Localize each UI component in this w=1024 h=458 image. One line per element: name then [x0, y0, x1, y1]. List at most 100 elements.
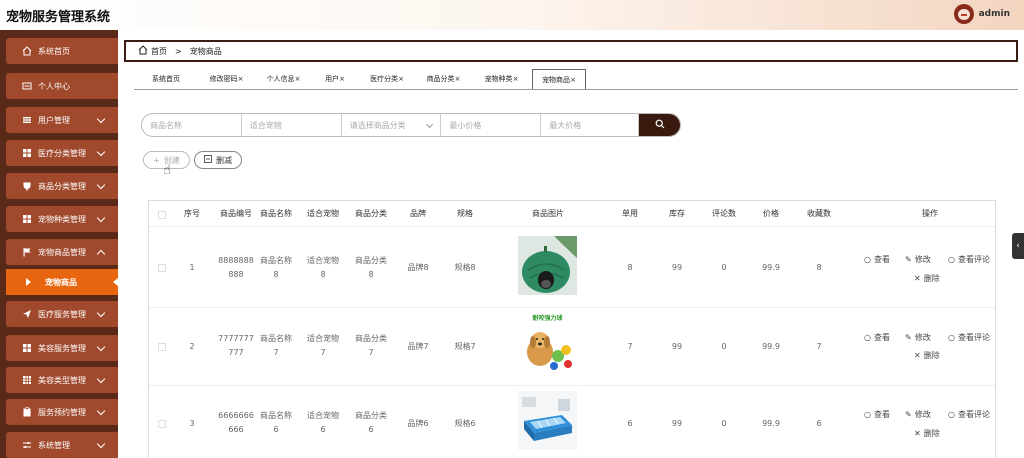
pet-house-image[interactable]	[518, 236, 577, 295]
search-icon: ○	[948, 255, 955, 264]
sidebar-item-goods-category[interactable]: 商品分类管理	[6, 173, 118, 199]
goods-category-select[interactable]: 请选择商品分类	[342, 114, 442, 136]
delete-row-button[interactable]: ✕ 删除	[914, 273, 940, 284]
flag-icon	[22, 247, 32, 257]
delete-button[interactable]: 删减	[194, 151, 242, 169]
column-header: 操作	[922, 209, 938, 218]
cell-stock: 99	[671, 342, 683, 351]
cell-category: 商品分类6	[355, 411, 387, 434]
row-divider	[149, 226, 995, 227]
clipboard-icon	[22, 407, 32, 417]
hand-cursor-icon: ☝	[163, 163, 171, 178]
pet-bath-image[interactable]	[518, 391, 577, 450]
min-price-input[interactable]	[449, 120, 541, 130]
dog-toy-image[interactable]: 耐咬强力球	[518, 314, 577, 373]
sidebar-item-beauty-type[interactable]: 美容类型管理	[6, 367, 118, 393]
sidebar-item-appointment[interactable]: 服务预约管理	[6, 399, 118, 425]
goods-name-input[interactable]	[150, 120, 241, 130]
search-icon: ○	[948, 410, 955, 419]
max-price-field[interactable]	[541, 114, 640, 136]
tab-medical-category[interactable]: 医疗分类 ×	[358, 69, 416, 89]
sidebar-item-users[interactable]: 用户管理	[6, 107, 118, 133]
search-icon: ○	[864, 410, 871, 419]
view-comments-button[interactable]: ○ 查看评论	[948, 409, 990, 420]
tab-profile[interactable]: 个人信息 ×	[255, 69, 312, 89]
max-price-input[interactable]	[549, 120, 639, 130]
search-icon: ○	[948, 333, 955, 342]
cell-unit: 8	[627, 263, 633, 272]
row-checkbox[interactable]	[158, 420, 166, 428]
category-select-placeholder: 请选择商品分类	[349, 120, 406, 130]
edit-button[interactable]: ✎ 修改	[905, 254, 931, 265]
sidebar-subitem-pet-goods[interactable]: 宠物商品	[6, 269, 118, 295]
breadcrumb-home[interactable]: 首页	[151, 46, 167, 57]
min-price-field[interactable]	[441, 114, 542, 136]
row-checkbox[interactable]	[158, 264, 166, 272]
tab-pet-goods[interactable]: 宠物商品 ×	[532, 69, 586, 89]
sidebar-item-home[interactable]: 系统首页	[6, 38, 118, 64]
close-icon: ✕	[914, 351, 921, 360]
sidebar-item-label: 个人中心	[38, 81, 70, 91]
row-divider	[149, 307, 995, 308]
sidebar-item-label: 美容服务管理	[38, 343, 86, 353]
collapse-panel-tab[interactable]: ‹	[1012, 233, 1024, 259]
view-button[interactable]: ○ 查看	[864, 254, 890, 265]
column-header: 品牌	[410, 209, 426, 218]
goods-name-field[interactable]	[142, 114, 242, 136]
close-icon[interactable]: ×	[238, 75, 244, 83]
column-header: 库存	[669, 209, 685, 218]
user-menu[interactable]: admin	[953, 4, 1010, 24]
sidebar-item-pet-type[interactable]: 宠物种类管理	[6, 206, 118, 232]
column-header: 序号	[184, 209, 200, 218]
cell-index: 1	[189, 263, 195, 272]
suitable-pet-field[interactable]	[242, 114, 342, 136]
chevron-down-icon	[96, 213, 106, 222]
row-checkbox[interactable]	[158, 343, 166, 351]
search-icon: ○	[864, 255, 871, 264]
view-comments-button[interactable]: ○ 查看评论	[948, 254, 990, 265]
suitable-pet-input[interactable]	[249, 120, 341, 130]
sidebar-item-pet-goods[interactable]: 宠物商品管理	[6, 239, 118, 265]
tab-change-password[interactable]: 修改密码 ×	[198, 69, 255, 89]
home-icon	[138, 45, 148, 57]
avatar[interactable]	[953, 4, 974, 24]
delete-row-button[interactable]: ✕ 删除	[914, 350, 940, 361]
view-comments-button[interactable]: ○ 查看评论	[948, 332, 990, 343]
edit-button[interactable]: ✎ 修改	[905, 332, 931, 343]
column-header: 评论数	[712, 209, 736, 218]
close-icon[interactable]: ×	[455, 75, 461, 83]
cell-unit: 7	[627, 342, 633, 351]
table-icon	[22, 375, 32, 385]
pencil-icon: ✎	[905, 255, 912, 264]
sidebar-item-system[interactable]: 系统管理	[6, 432, 118, 458]
sidebar-item-personal[interactable]: 个人中心	[6, 73, 118, 99]
cell-code: 6666666666	[218, 411, 254, 434]
tab-goods-category[interactable]: 商品分类 ×	[416, 69, 471, 89]
cell-comments: 0	[721, 342, 727, 351]
delete-label: 删除	[923, 351, 940, 360]
sidebar-item-medical-category[interactable]: 医疗分类管理	[6, 140, 118, 166]
sidebar-item-medical-service[interactable]: 医疗服务管理	[6, 301, 118, 327]
close-icon[interactable]: ×	[295, 75, 301, 83]
close-icon[interactable]: ×	[339, 75, 345, 83]
tab-pet-type[interactable]: 宠物种类 ×	[471, 69, 532, 89]
close-icon[interactable]: ×	[398, 75, 404, 83]
search-button[interactable]	[639, 114, 680, 136]
grid-icon	[22, 343, 32, 353]
cell-price: 99.9	[762, 419, 780, 428]
edit-button[interactable]: ✎ 修改	[905, 409, 931, 420]
close-icon[interactable]: ×	[570, 76, 576, 84]
close-icon[interactable]: ×	[513, 75, 519, 83]
column-header: 适合宠物	[307, 209, 339, 218]
view-button[interactable]: ○ 查看	[864, 332, 890, 343]
tab-users[interactable]: 用户 ×	[312, 69, 358, 89]
select-all-checkbox[interactable]	[158, 211, 166, 219]
delete-row-button[interactable]: ✕ 删除	[914, 428, 940, 439]
username[interactable]: admin	[979, 9, 1010, 19]
grid-icon	[22, 214, 32, 224]
chevron-down-icon	[96, 374, 106, 383]
tab-home[interactable]: 系统首页	[134, 69, 198, 89]
view-button[interactable]: ○ 查看	[864, 409, 890, 420]
send-icon	[22, 309, 32, 319]
sidebar-item-beauty-service[interactable]: 美容服务管理	[6, 335, 118, 361]
